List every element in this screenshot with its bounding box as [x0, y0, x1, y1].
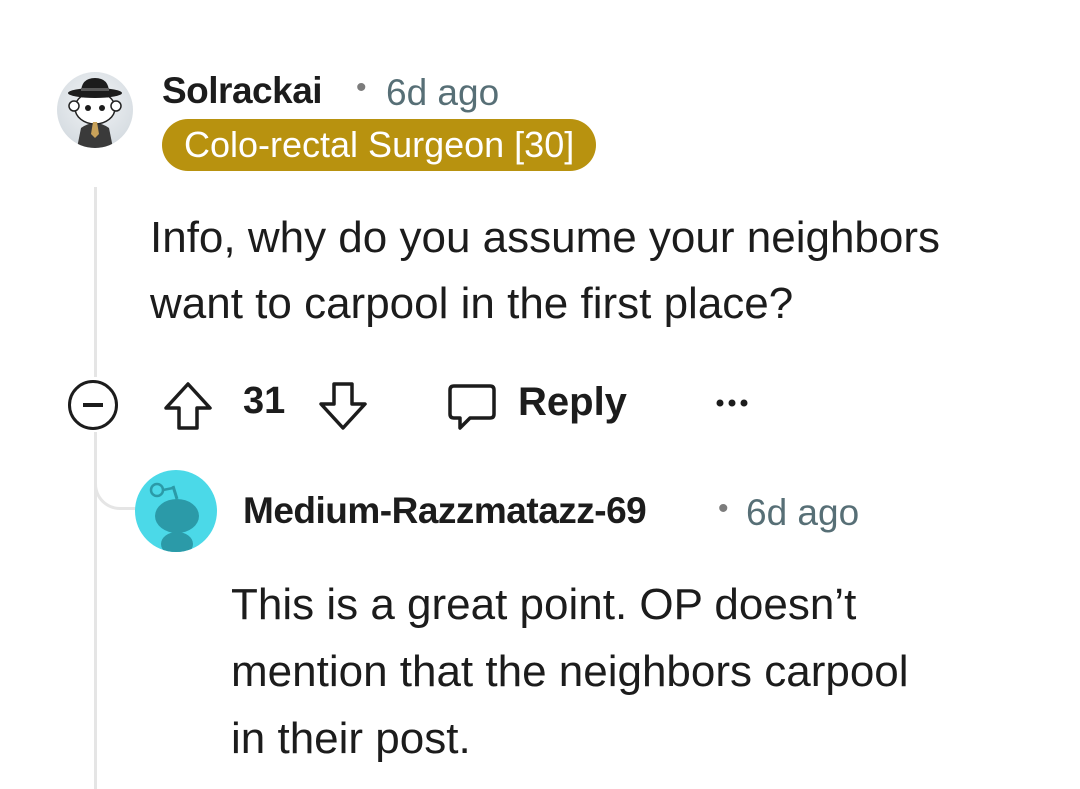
reply-body-line: This is a great point. OP doesn’t — [231, 580, 857, 629]
reply-thread-connector — [94, 432, 140, 510]
reply-author[interactable]: Medium-Razzmatazz-69 — [243, 490, 647, 532]
reply-body: This is a great point. OP doesn’t mentio… — [231, 571, 1021, 772]
comment-body-line: Info, why do you assume your neighbors — [150, 213, 941, 262]
meta-separator: • — [718, 492, 729, 525]
reply-chat-bubble-icon[interactable] — [444, 378, 500, 434]
user-flair-badge: Colo-rectal Surgeon [30] — [162, 119, 597, 171]
reply-timestamp: 6d ago — [746, 492, 860, 533]
comment-timestamp: 6d ago — [386, 72, 500, 113]
more-options-icon[interactable] — [712, 388, 752, 418]
user-avatar[interactable] — [135, 470, 217, 552]
thread-line — [94, 187, 97, 377]
thread-line-lower — [94, 432, 97, 789]
collapse-thread-button[interactable] — [68, 380, 118, 430]
vote-score: 31 — [243, 380, 286, 422]
downvote-arrow-icon[interactable] — [315, 378, 371, 434]
user-avatar[interactable] — [57, 72, 133, 148]
snoo-hat-avatar-icon — [68, 78, 122, 148]
comment-body-line: want to carpool in the first place? — [150, 279, 794, 328]
upvote-arrow-icon[interactable] — [160, 378, 216, 434]
reply-body-line: mention that the neighbors carpool — [231, 647, 909, 696]
snoo-avatar-icon — [149, 482, 199, 552]
reply-body-line: in their post. — [231, 714, 471, 763]
meta-separator: • — [356, 71, 367, 104]
comment-body: Info, why do you assume your neighbors w… — [150, 205, 1030, 337]
reply-button[interactable]: Reply — [518, 380, 627, 425]
comment-author[interactable]: Solrackai — [162, 70, 323, 112]
